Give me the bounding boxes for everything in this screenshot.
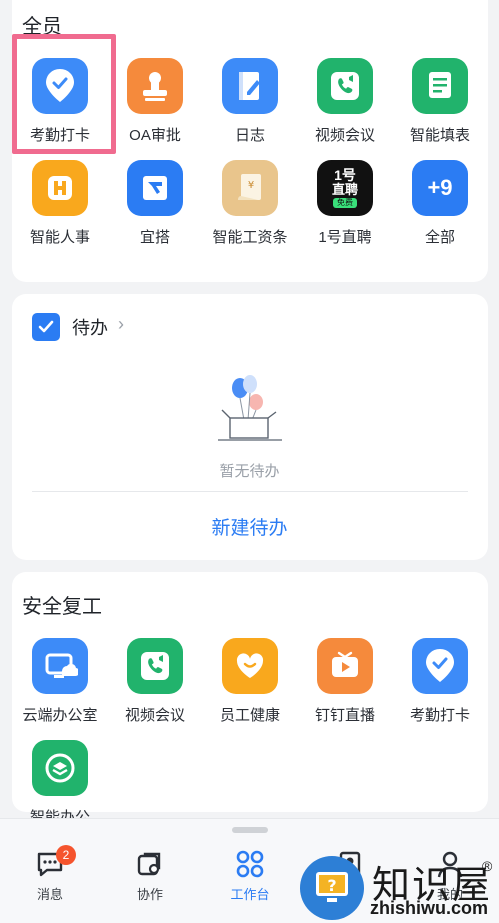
chevron-right-icon[interactable]: › xyxy=(118,314,124,335)
notebook-pen-icon xyxy=(222,58,278,114)
svg-text:¥: ¥ xyxy=(248,180,254,191)
chat-bubble-icon xyxy=(10,848,90,880)
app-smart-office[interactable]: 智能办公 xyxy=(15,740,105,827)
heart-smile-icon xyxy=(222,638,278,694)
divider xyxy=(32,491,468,492)
section-title-safe-return: 安全复工 xyxy=(22,596,102,618)
app-video-meeting[interactable]: 视频会议 xyxy=(300,58,390,145)
watermark-url: zhishiwu.com xyxy=(370,898,489,918)
plus-nine-icon: +9 xyxy=(412,160,468,216)
todo-title[interactable]: 待办 xyxy=(72,314,108,340)
video-phone-icon xyxy=(127,638,183,694)
app-all[interactable]: +9 全部 xyxy=(395,160,485,247)
app-payslip[interactable]: ¥ 智能工资条 xyxy=(205,160,295,247)
tab-messages[interactable]: 消息 xyxy=(10,848,90,903)
app-recruit[interactable]: 1号 直聘 免费 1号直聘 xyxy=(300,160,390,247)
video-phone-icon xyxy=(317,58,373,114)
app-smart-hr[interactable]: 智能人事 xyxy=(15,160,105,247)
app-oa-approval[interactable]: OA审批 xyxy=(110,58,200,145)
app-employee-health[interactable]: 员工健康 xyxy=(205,638,295,725)
message-badge: 2 xyxy=(56,845,76,865)
collab-icon xyxy=(110,848,190,880)
tab-collab[interactable]: 协作 xyxy=(110,848,190,903)
drag-handle[interactable] xyxy=(232,827,268,833)
new-todo-button[interactable]: 新建待办 xyxy=(0,513,499,540)
app-attendance-2[interactable]: 考勤打卡 xyxy=(395,638,485,725)
recruit-icon: 1号 直聘 免费 xyxy=(317,160,373,216)
live-play-icon xyxy=(317,638,373,694)
app-dingtalk-live[interactable]: 钉钉直播 xyxy=(300,638,390,725)
checkbox-icon[interactable] xyxy=(32,313,60,341)
watermark-registered: ® xyxy=(482,858,493,874)
svg-text:?: ? xyxy=(327,876,336,895)
app-log[interactable]: 日志 xyxy=(205,58,295,145)
empty-text: 暂无待办 xyxy=(219,463,280,480)
empty-box-balloon-icon xyxy=(212,368,288,444)
app-yida[interactable]: 宜搭 xyxy=(110,160,200,247)
hr-h-icon xyxy=(32,160,88,216)
watermark-logo-icon: ? xyxy=(300,856,364,920)
grid-icon xyxy=(210,848,290,880)
app-smart-form[interactable]: 智能填表 xyxy=(395,58,485,145)
app-video-meeting-2[interactable]: 视频会议 xyxy=(110,638,200,725)
tab-workbench[interactable]: 工作台 xyxy=(210,848,290,903)
form-icon xyxy=(412,58,468,114)
stamp-icon xyxy=(127,58,183,114)
layers-icon xyxy=(32,740,88,796)
location-check-icon xyxy=(412,638,468,694)
payslip-icon: ¥ xyxy=(222,160,278,216)
highlight-box xyxy=(12,34,116,154)
cloud-monitor-icon xyxy=(32,638,88,694)
yida-icon xyxy=(127,160,183,216)
app-cloud-office[interactable]: 云端办公室 xyxy=(15,638,105,725)
